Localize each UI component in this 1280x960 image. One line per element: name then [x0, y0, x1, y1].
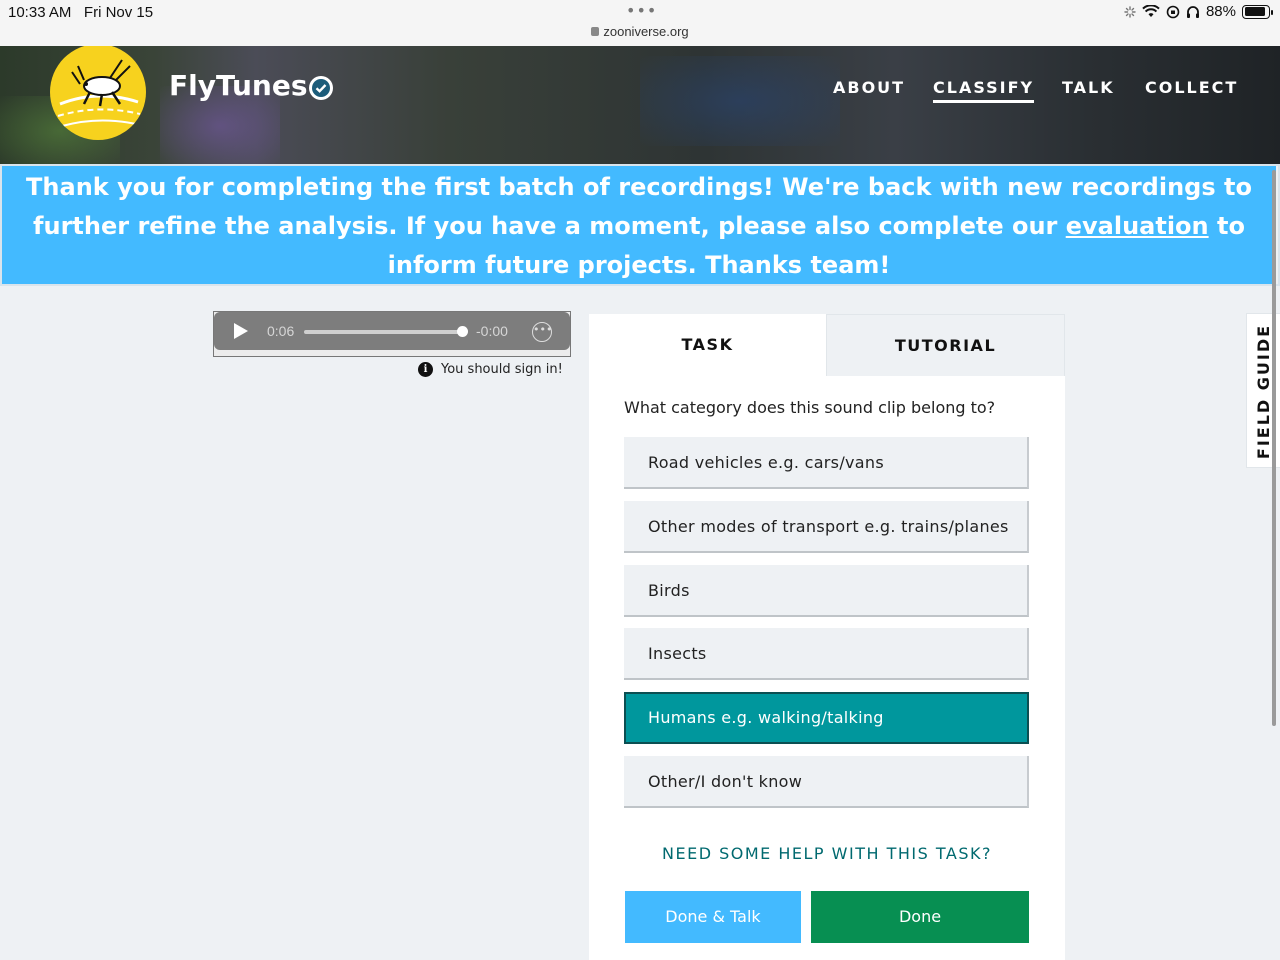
nav-about[interactable]: ABOUT — [833, 78, 905, 97]
project-header: FlyTunes ABOUT CLASSIFY TALK COLLECT — [0, 46, 1280, 164]
signin-notice: i You should sign in! — [418, 362, 563, 377]
answer-option[interactable]: Birds — [624, 565, 1029, 617]
project-title[interactable]: FlyTunes — [169, 69, 308, 102]
elapsed-time: 0:06 — [267, 323, 295, 339]
url-bar[interactable]: zooniverse.org — [0, 24, 1280, 39]
lock-icon — [591, 27, 600, 36]
task-question: What category does this sound clip belon… — [624, 398, 996, 417]
headphones-icon — [1186, 5, 1199, 18]
nav-collect[interactable]: COLLECT — [1145, 78, 1238, 97]
done-button[interactable]: Done — [811, 891, 1029, 943]
audio-progress-knob[interactable] — [457, 326, 468, 337]
battery-percent: 88% — [1205, 3, 1236, 20]
task-panel: TASK TUTORIAL What category does this so… — [589, 314, 1065, 960]
answer-option[interactable]: Other modes of transport e.g. trains/pla… — [624, 501, 1029, 553]
audio-player: 0:06 -0:00 ••• — [214, 312, 570, 350]
battery-icon — [1242, 4, 1273, 19]
nav-talk[interactable]: TALK — [1062, 78, 1115, 97]
status-bar: 10:33 AM Fri Nov 15 ••• zooniverse.org 8… — [0, 0, 1280, 46]
evaluation-link[interactable]: evaluation — [1066, 212, 1209, 240]
task-help-link[interactable]: NEED SOME HELP WITH THIS TASK? — [589, 844, 1065, 863]
status-icons: 88% — [1124, 3, 1273, 20]
audio-player-container: 0:06 -0:00 ••• — [213, 311, 571, 357]
info-icon: i — [418, 362, 433, 377]
announcement-banner: Thank you for completing the first batch… — [2, 166, 1276, 284]
more-dots-icon[interactable]: ••• — [626, 1, 657, 20]
status-time: 10:33 AM Fri Nov 15 — [8, 4, 154, 21]
remaining-time: -0:00 — [476, 323, 508, 339]
answer-option-selected[interactable]: Humans e.g. walking/talking — [624, 692, 1029, 744]
audio-progress-track[interactable] — [304, 330, 464, 334]
page-scrollbar[interactable] — [1272, 170, 1276, 726]
project-logo[interactable] — [50, 46, 146, 140]
cricket-logo-icon — [57, 59, 141, 127]
activity-spinner-icon — [1124, 5, 1136, 18]
tab-task[interactable]: TASK — [589, 314, 826, 376]
rotation-lock-icon — [1166, 5, 1180, 18]
answer-option[interactable]: Insects — [624, 628, 1029, 680]
verified-badge-icon — [309, 76, 333, 100]
wifi-icon — [1142, 5, 1160, 17]
more-options-icon[interactable]: ••• — [532, 322, 552, 342]
nav-classify[interactable]: CLASSIFY — [933, 78, 1035, 103]
tab-tutorial[interactable]: TUTORIAL — [826, 314, 1065, 376]
done-and-talk-button[interactable]: Done & Talk — [625, 891, 801, 943]
answer-option[interactable]: Other/I don't know — [624, 756, 1029, 808]
play-icon[interactable] — [234, 323, 248, 339]
answer-option[interactable]: Road vehicles e.g. cars/vans — [624, 437, 1029, 489]
